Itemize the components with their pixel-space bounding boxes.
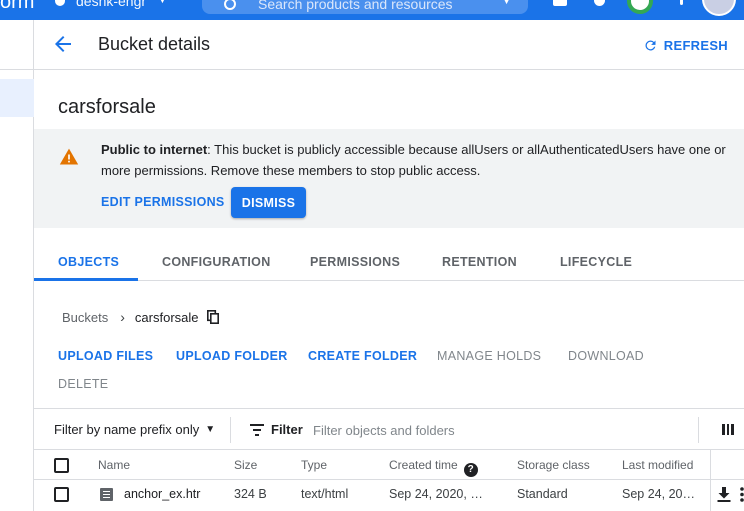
terminal-icon[interactable] <box>553 0 567 6</box>
brand-text: orm <box>0 0 35 13</box>
column-header-name[interactable]: Name <box>98 458 130 472</box>
bucket-name: carsforsale <box>58 96 156 118</box>
tab-objects[interactable]: OBJECTS <box>58 255 119 269</box>
refresh-button[interactable]: REFRESH <box>643 35 728 55</box>
refresh-icon <box>645 39 656 50</box>
divider <box>698 417 699 443</box>
download-button[interactable]: DOWNLOAD <box>568 349 644 363</box>
prefix-filter-label: Filter by name prefix only <box>54 422 200 437</box>
manage-holds-button[interactable]: MANAGE HOLDS <box>437 349 541 363</box>
filter-label: Filter <box>271 422 303 437</box>
page-title: Bucket details <box>98 34 211 54</box>
nav-divider <box>0 69 34 70</box>
dismiss-button[interactable]: DISMISS <box>231 187 306 218</box>
nav-item-active[interactable] <box>0 79 34 117</box>
banner-title: Public to internet <box>101 142 208 157</box>
help-icon[interactable]: ? <box>463 463 478 477</box>
prefix-filter-dropdown[interactable]: Filter by name prefix only ▼ <box>54 422 215 437</box>
project-selector[interactable]: deshk-engr <box>76 0 146 9</box>
help-icon[interactable] <box>594 0 605 6</box>
avatar[interactable] <box>702 0 736 16</box>
column-header-size[interactable]: Size <box>234 458 257 472</box>
object-created: Sep 24, 2020, … <box>389 487 483 501</box>
active-tab-indicator <box>34 278 138 281</box>
divider <box>230 417 231 443</box>
banner-message: Public to internet: This bucket is publi… <box>101 139 731 181</box>
row-checkbox[interactable] <box>54 487 69 502</box>
tab-retention[interactable]: RETENTION <box>442 255 517 269</box>
filter-bar: Filter by name prefix only ▼ Filter <box>34 408 744 450</box>
copy-icon[interactable] <box>206 310 219 324</box>
public-access-banner: Public to internet: This bucket is publi… <box>34 129 744 228</box>
upload-files-button[interactable]: UPLOAD FILES <box>58 349 153 363</box>
select-all-checkbox[interactable] <box>54 458 69 473</box>
warning-icon <box>59 148 79 165</box>
file-icon <box>100 488 113 501</box>
top-app-bar: orm deshk-engr ▼ Search products and res… <box>0 0 744 20</box>
more-vert-icon[interactable] <box>740 487 744 502</box>
status-icon[interactable] <box>627 0 653 14</box>
table-row: anchor_ex.htr 324 B text/html Sep 24, 20… <box>34 480 744 511</box>
tab-lifecycle[interactable]: LIFECYCLE <box>560 255 632 269</box>
search-placeholder[interactable]: Search products and resources <box>258 0 453 12</box>
object-type: text/html <box>301 487 349 501</box>
created-time-label: Created time <box>389 458 458 472</box>
download-icon[interactable] <box>717 487 731 502</box>
table-header: Name Size Type Created time? Storage cla… <box>34 450 744 480</box>
object-storage-class: Standard <box>517 487 568 501</box>
object-last-modified: Sep 24, 20… <box>622 487 695 501</box>
search-bar[interactable]: Search products and resources ▼ <box>202 0 528 14</box>
column-header-last-modified[interactable]: Last modified <box>622 458 693 472</box>
caret-down-icon[interactable]: ▼ <box>157 0 168 6</box>
filter-input[interactable] <box>313 419 673 441</box>
chevron-right-icon: › <box>120 309 125 325</box>
chevron-down-icon[interactable]: ▼ <box>501 0 512 7</box>
more-options-icon[interactable] <box>680 0 683 5</box>
upload-folder-button[interactable]: UPLOAD FOLDER <box>176 349 288 363</box>
refresh-label: REFRESH <box>663 37 728 53</box>
breadcrumb: Buckets › carsforsale <box>62 308 219 326</box>
tab-bar: OBJECTS CONFIGURATION PERMISSIONS RETENT… <box>34 241 744 281</box>
edit-permissions-button[interactable]: EDIT PERMISSIONS <box>101 195 225 209</box>
search-icon <box>224 0 236 10</box>
column-display-icon[interactable] <box>722 424 735 435</box>
create-folder-button[interactable]: CREATE FOLDER <box>308 349 417 363</box>
column-header-storage-class[interactable]: Storage class <box>517 458 590 472</box>
breadcrumb-buckets[interactable]: Buckets <box>62 310 108 325</box>
column-header-created[interactable]: Created time? <box>389 458 478 477</box>
project-icon <box>55 0 65 6</box>
filter-icon <box>250 424 264 436</box>
page-header: Bucket details REFRESH <box>34 20 744 70</box>
tab-permissions[interactable]: PERMISSIONS <box>310 255 400 269</box>
back-arrow-icon[interactable] <box>51 32 75 56</box>
delete-button[interactable]: DELETE <box>58 377 108 391</box>
breadcrumb-current: carsforsale <box>134 309 199 325</box>
object-size: 324 B <box>234 487 267 501</box>
column-header-type[interactable]: Type <box>301 458 327 472</box>
object-name-link[interactable]: anchor_ex.htr <box>124 487 200 501</box>
side-nav <box>0 20 34 511</box>
tab-configuration[interactable]: CONFIGURATION <box>162 255 271 269</box>
caret-down-icon: ▼ <box>205 424 216 435</box>
